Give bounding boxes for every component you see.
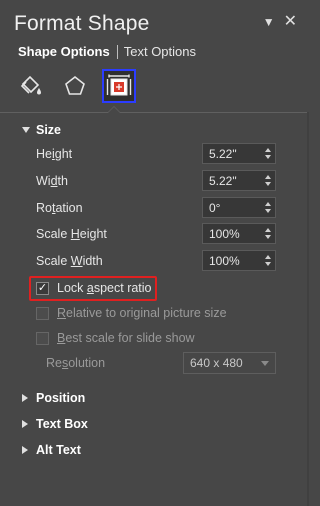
spin-up-icon[interactable] (265, 228, 271, 232)
height-value[interactable]: 5.22" (203, 147, 261, 161)
fill-bucket-icon (20, 75, 41, 95)
height-spin-arrows[interactable] (261, 144, 275, 163)
fill-line-button[interactable] (14, 69, 48, 103)
width-spinner[interactable]: 5.22" (202, 170, 276, 191)
best-scale-label: Best scale for slide show (57, 331, 195, 345)
spin-up-icon[interactable] (265, 175, 271, 179)
width-spin-arrows[interactable] (261, 171, 275, 190)
scale-height-value[interactable]: 100% (203, 227, 261, 241)
pane-title: Format Shape (14, 12, 150, 35)
resolution-row: Resolution 640 x 480 (46, 352, 276, 374)
width-row: Width 5.22" (36, 170, 276, 192)
category-icon-row (14, 66, 136, 106)
width-value[interactable]: 5.22" (203, 174, 261, 188)
size-properties-button[interactable] (102, 69, 136, 103)
rotation-row: Rotation 0° (36, 197, 276, 219)
expand-triangle-icon (22, 446, 28, 454)
relative-original-size-row: Relative to original picture size (36, 306, 227, 320)
size-properties-icon (106, 74, 132, 96)
option-tabs: Shape Options Text Options (18, 44, 196, 59)
scale-height-label: Scale Height (36, 227, 107, 241)
height-row: Height 5.22" (36, 143, 276, 165)
header-divider (0, 112, 309, 113)
pane-controls: ▼ ✕ (263, 14, 297, 30)
format-shape-pane: Format Shape ▼ ✕ Shape Options Text Opti… (0, 0, 309, 506)
scale-height-row: Scale Height 100% (36, 223, 276, 245)
section-alt-text-label: Alt Text (36, 443, 81, 457)
scale-height-spinner[interactable]: 100% (202, 223, 276, 244)
section-position-label: Position (36, 391, 86, 405)
tab-text-options[interactable]: Text Options (124, 44, 196, 59)
rotation-spin-arrows[interactable] (261, 198, 275, 217)
section-size-header[interactable]: Size (22, 123, 61, 137)
height-spinner[interactable]: 5.22" (202, 143, 276, 164)
scale-width-spin-arrows[interactable] (261, 251, 275, 270)
section-text-box-header[interactable]: Text Box (22, 417, 88, 431)
rotation-label: Rotation (36, 201, 83, 215)
section-position-header[interactable]: Position (22, 391, 85, 405)
expand-triangle-icon (22, 420, 28, 428)
task-pane-options-icon[interactable]: ▼ (263, 15, 275, 29)
best-scale-checkbox (36, 331, 49, 345)
rotation-spinner[interactable]: 0° (202, 197, 276, 218)
scale-width-value[interactable]: 100% (203, 254, 261, 268)
spin-down-icon[interactable] (265, 235, 271, 239)
spin-down-icon[interactable] (265, 155, 271, 159)
relative-original-size-checkbox (36, 306, 49, 320)
best-scale-row: Best scale for slide show (36, 331, 195, 345)
selected-category-pointer (107, 106, 121, 113)
effects-button[interactable] (58, 69, 92, 103)
section-alt-text-header[interactable]: Alt Text (22, 443, 81, 457)
collapse-triangle-icon (22, 127, 30, 133)
scale-height-spin-arrows[interactable] (261, 224, 275, 243)
scale-width-label: Scale Width (36, 254, 103, 268)
chevron-down-icon (261, 360, 269, 366)
section-size-label: Size (36, 123, 62, 137)
resolution-value: 640 x 480 (190, 356, 243, 370)
spin-up-icon[interactable] (265, 202, 271, 206)
scale-width-spinner[interactable]: 100% (202, 250, 276, 271)
width-label: Width (36, 174, 68, 188)
resolution-select: 640 x 480 (183, 352, 276, 374)
relative-original-size-label: Relative to original picture size (57, 306, 227, 320)
spin-down-icon[interactable] (265, 262, 271, 266)
height-label: Height (36, 147, 73, 161)
section-text-box-label: Text Box (36, 417, 88, 431)
tab-shape-options[interactable]: Shape Options (18, 44, 110, 59)
spin-up-icon[interactable] (265, 148, 271, 152)
close-icon[interactable]: ✕ (284, 14, 297, 30)
resolution-label: Resolution (46, 356, 106, 370)
spin-down-icon[interactable] (265, 182, 271, 186)
spin-down-icon[interactable] (265, 209, 271, 213)
tab-divider (116, 44, 118, 59)
highlight-box (29, 276, 157, 301)
pentagon-icon (65, 75, 85, 95)
expand-triangle-icon (22, 394, 28, 402)
spin-up-icon[interactable] (265, 255, 271, 259)
scale-width-row: Scale Width 100% (36, 250, 276, 272)
rotation-value[interactable]: 0° (203, 201, 261, 215)
pane-scroll-edge (307, 112, 309, 506)
